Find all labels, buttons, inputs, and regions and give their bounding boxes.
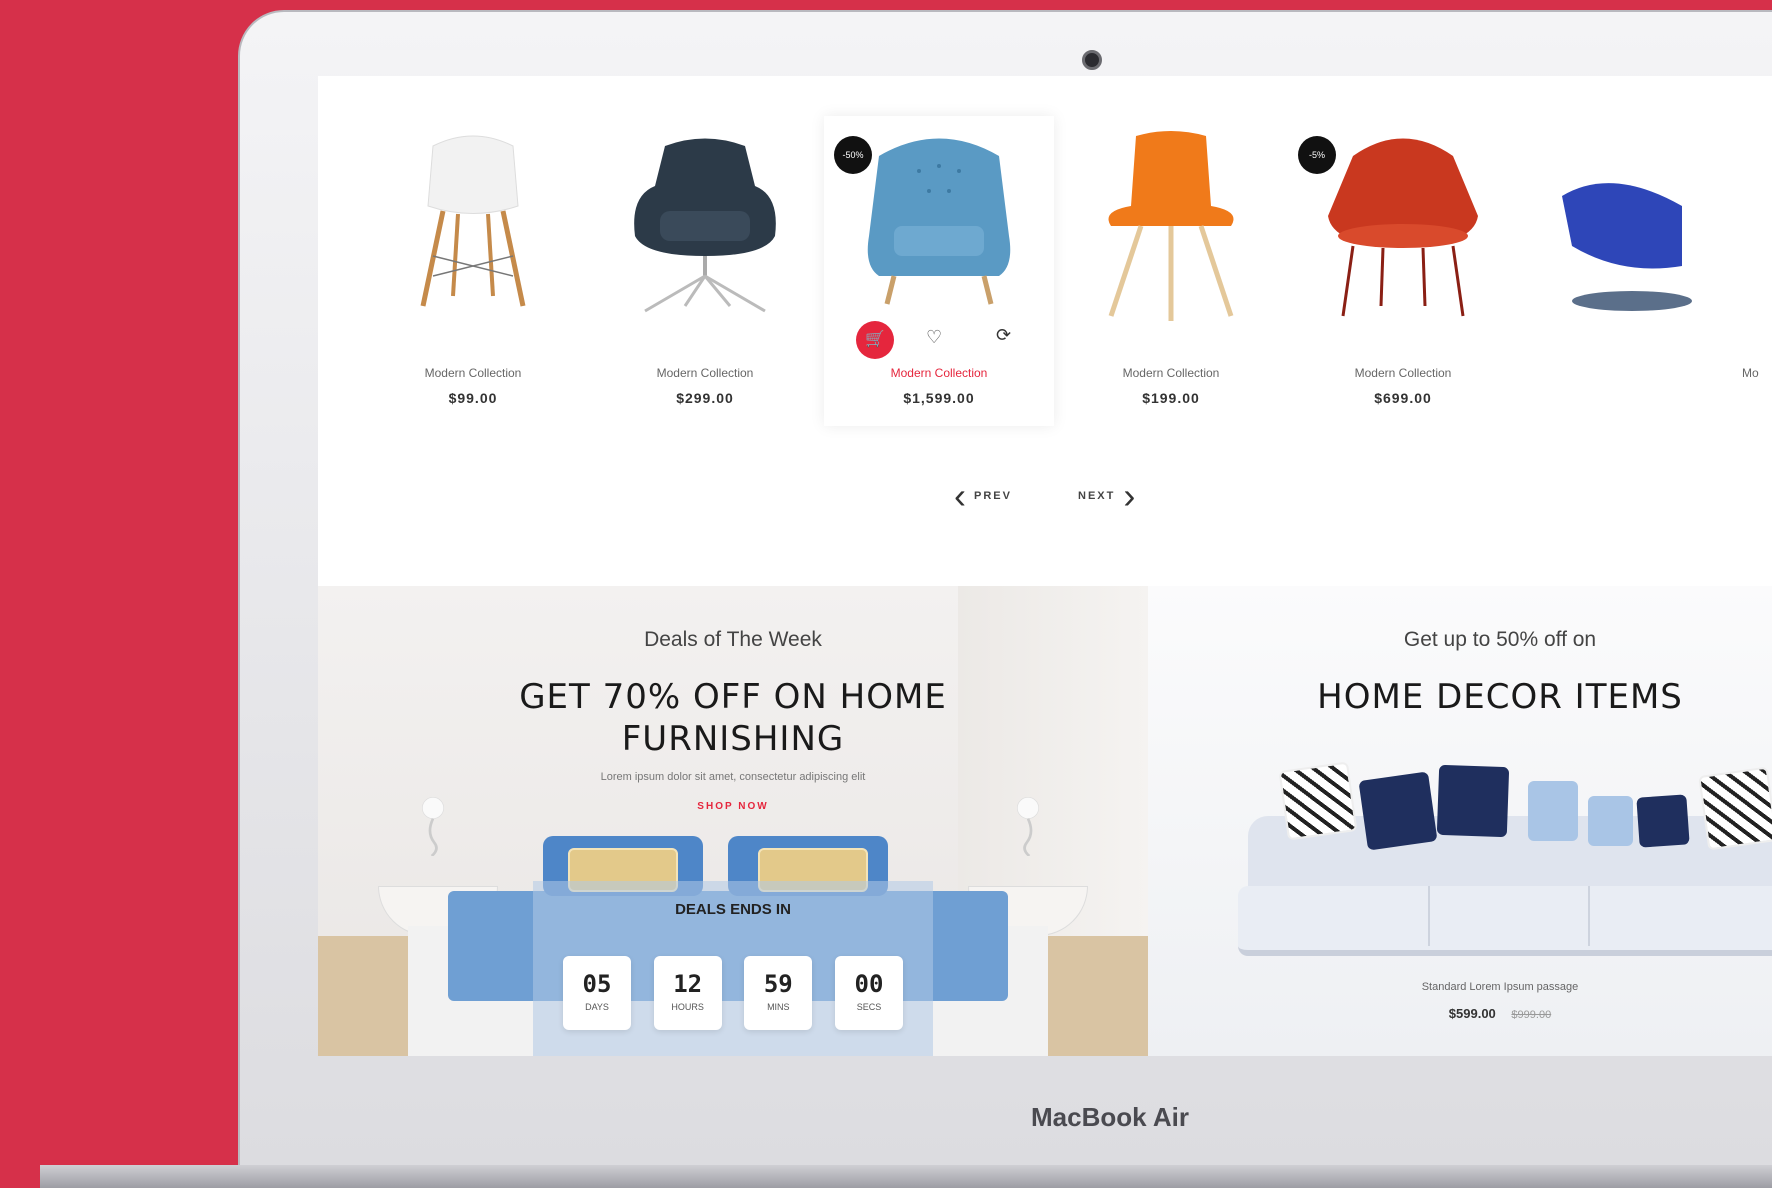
countdown-days: 05 DAYS — [563, 956, 631, 1030]
product-price: $699.00 — [1374, 390, 1432, 406]
countdown-panel: DEALS ENDS IN 05 DAYS 12 HOURS 59 MINS 0… — [533, 881, 933, 1056]
chevron-left-icon: ‹ — [954, 475, 966, 516]
dark-lounge-chair-image — [634, 138, 776, 313]
deals-subtitle: Deals of The Week — [644, 628, 822, 651]
blue-armchair-image — [867, 138, 1011, 305]
cart-icon[interactable]: 🛒 — [856, 321, 894, 359]
blue-egg-chair-image — [1562, 183, 1692, 311]
product-price: $199.00 — [1142, 390, 1200, 406]
product-card[interactable]: Mo — [1522, 116, 1772, 426]
deals-banner: Deals of The Week GET 70% OFF ON HOME FU… — [318, 586, 1148, 1056]
product-price: $99.00 — [448, 390, 498, 406]
deals-headline-1: GET 70% OFF ON HOME — [519, 677, 947, 717]
product-card[interactable]: Modern Collection $99.00 — [358, 116, 588, 426]
product-name[interactable]: Modern Collection — [358, 366, 588, 380]
product-name[interactable]: Mo — [1742, 366, 1772, 380]
product-actions: 🛒 ♡ ⟳ — [824, 321, 1054, 359]
product-name[interactable]: Modern Collection — [1288, 366, 1518, 380]
product-card[interactable]: -5% Modern Collection $699.00 — [1288, 116, 1518, 426]
product-card[interactable]: Modern Collection $299.00 — [590, 116, 820, 426]
heart-icon[interactable]: ♡ — [926, 327, 942, 348]
browser-screen: Modern Collection $99.00 Modern Collecti… — [318, 76, 1772, 1056]
laptop-frame: Modern Collection $99.00 Modern Collecti… — [238, 10, 1772, 1175]
countdown-title: DEALS ENDS IN — [675, 901, 791, 918]
product-card-featured[interactable]: -50% 🛒 ♡ ⟳ Modern Collection $1,599.00 — [824, 116, 1054, 426]
decor-subtitle: Get up to 50% off on — [1403, 628, 1597, 651]
countdown-secs: 00 SECS — [834, 956, 903, 1030]
decor-price: $599.00 $999.00 — [1188, 1006, 1772, 1021]
device-brand-label: MacBook Air — [1031, 1102, 1189, 1132]
orange-chair-image — [1108, 131, 1234, 321]
deals-description: Lorem ipsum dolor sit amet, consectetur … — [600, 771, 866, 783]
countdown-timer: 05 DAYS 12 HOURS 59 MINS 00 SECS — [563, 956, 903, 1030]
product-name[interactable]: Modern Collection — [824, 366, 1054, 380]
decor-banner: Get up to 50% off on HOME DECOR ITEMS St… — [1148, 586, 1772, 1056]
camera-icon — [1082, 50, 1102, 70]
shop-now-link[interactable]: SHOP NOW — [318, 801, 1148, 812]
decor-headline: HOME DECOR ITEMS — [1317, 677, 1683, 717]
white-chair-image — [420, 135, 526, 307]
deals-headline-2: FURNISHING — [621, 719, 845, 759]
next-button[interactable]: NEXT › — [1078, 476, 1135, 516]
countdown-hours: 12 HOURS — [653, 956, 722, 1030]
countdown-mins: 59 MINS — [744, 956, 813, 1030]
chevron-right-icon: › — [1123, 475, 1136, 516]
product-price: $299.00 — [676, 390, 734, 406]
product-card[interactable]: Modern Collection $199.00 — [1056, 116, 1286, 426]
product-name[interactable]: Modern Collection — [1056, 366, 1286, 380]
decor-caption: Standard Lorem Ipsum passage — [1421, 981, 1579, 993]
prev-button[interactable]: ‹ PREV — [954, 476, 1012, 516]
laptop-base — [40, 1165, 1772, 1188]
product-price: $1,599.00 — [903, 390, 975, 406]
price-old: $999.00 — [1511, 1009, 1552, 1021]
product-name[interactable]: Modern Collection — [590, 366, 820, 380]
refresh-icon[interactable]: ⟳ — [996, 325, 1011, 346]
red-chair-image — [1328, 138, 1478, 317]
price-now: $599.00 — [1448, 1006, 1496, 1021]
